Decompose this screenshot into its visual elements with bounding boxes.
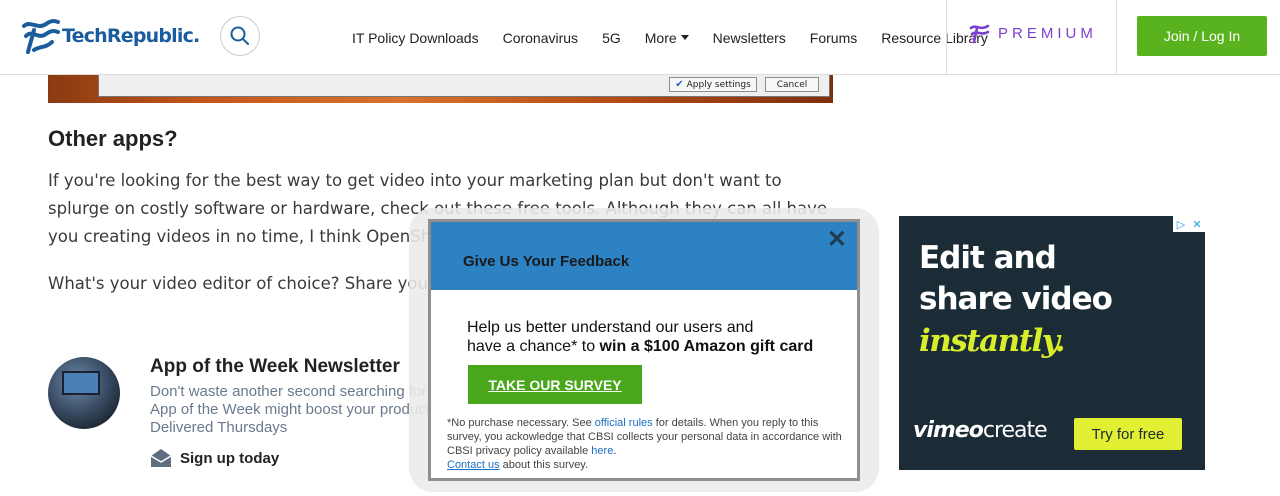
ad-headline-2: share video	[919, 281, 1113, 317]
newsletter-desc-line-1: Don't waste another second searching for	[150, 383, 427, 400]
newsletter-description: Don't waste another second searching for…	[150, 383, 440, 437]
ad-brand-prefix: vimeo	[913, 418, 984, 443]
header-divider-2	[1116, 0, 1117, 75]
official-rules-link[interactable]: official rules	[595, 417, 653, 429]
ad-headline-3: instantly.	[919, 323, 1066, 359]
signup-link[interactable]: Sign up today	[150, 448, 279, 468]
newsletter-title: App of the Week Newsletter	[150, 356, 400, 377]
chevron-down-icon	[680, 35, 689, 40]
envelope-icon	[150, 449, 172, 467]
nav-coronavirus[interactable]: Coronavirus	[491, 30, 590, 46]
vimeo-create-logo: vimeocreate	[913, 418, 1048, 443]
nav-more[interactable]: More	[633, 30, 701, 46]
settings-dialog-strip: ✔ Apply settings Cancel	[98, 75, 830, 97]
modal-message-prefix: have a chance* to	[467, 338, 600, 355]
modal-message: Help us better understand our users and …	[467, 318, 813, 356]
close-icon[interactable]: ✕	[827, 228, 847, 252]
nav-newsletters[interactable]: Newsletters	[701, 30, 798, 46]
vimeo-ad[interactable]: ▷ ✕ Edit and share video instantly. vime…	[899, 216, 1205, 470]
search-icon	[230, 26, 249, 45]
modal-message-prize: win a $100 Amazon gift card	[599, 338, 814, 355]
modal-title: Give Us Your Feedback	[463, 253, 630, 270]
nav-more-label: More	[644, 29, 677, 46]
try-for-free-button[interactable]: Try for free	[1074, 418, 1182, 450]
modal-header: Give Us Your Feedback ✕	[431, 222, 857, 290]
main-nav: IT Policy Downloads Coronavirus 5G More …	[340, 0, 1000, 75]
logo-text: TechRepublic.	[62, 25, 200, 47]
fine-print-text-1: *No purchase necessary. See	[447, 417, 595, 429]
take-survey-button[interactable]: TAKE OUR SURVEY	[468, 365, 642, 404]
fine-print-text-3: .	[613, 445, 617, 457]
modal-message-line-2: have a chance* to win a $100 Amazon gift…	[467, 337, 813, 356]
premium-label: PREMIUM	[998, 24, 1097, 42]
checkmark-icon: ✔	[675, 79, 684, 90]
techrepublic-logo[interactable]: TechRepublic.	[20, 16, 200, 56]
ad-brand-suffix: create	[982, 418, 1048, 443]
contact-us-link[interactable]: Contact us	[447, 459, 500, 471]
cancel-button: Cancel	[765, 77, 819, 92]
feedback-modal: Give Us Your Feedback ✕ Help us better u…	[428, 219, 860, 481]
modal-message-line-1: Help us better understand our users and	[467, 319, 754, 336]
nav-it-policy-downloads[interactable]: IT Policy Downloads	[340, 30, 491, 46]
article-screenshot-image: ✔ Apply settings Cancel	[48, 75, 833, 103]
apply-settings-button: ✔ Apply settings	[669, 77, 757, 92]
apply-settings-label: Apply settings	[686, 79, 751, 90]
adchoices-icon[interactable]: ▷	[1173, 216, 1189, 232]
premium-logo-icon	[969, 24, 990, 44]
privacy-here-link[interactable]: here	[591, 445, 613, 457]
premium-link[interactable]: PREMIUM	[968, 22, 1097, 44]
section-heading: Other apps?	[48, 126, 178, 151]
ad-choices[interactable]: ▷ ✕	[1173, 216, 1205, 232]
fine-print-text-4: about this survey.	[499, 459, 589, 471]
laptop-screen-graphic	[62, 371, 100, 395]
site-header: TechRepublic. IT Policy Downloads Corona…	[0, 0, 1280, 75]
header-divider	[946, 0, 947, 75]
newsletter-desc-line-3: Delivered Thursdays	[150, 419, 288, 436]
modal-fine-print: *No purchase necessary. See official rul…	[447, 416, 847, 472]
search-button[interactable]	[220, 16, 260, 56]
newsletter-desc-line-2: App of the Week might boost your product	[150, 401, 430, 418]
nav-forums[interactable]: Forums	[798, 30, 869, 46]
ad-headline-1: Edit and	[919, 240, 1057, 276]
signup-label: Sign up today	[180, 449, 280, 467]
techrepublic-logo-icon	[22, 18, 60, 54]
newsletter-thumbnail	[48, 357, 120, 429]
ad-close-icon[interactable]: ✕	[1189, 216, 1205, 232]
join-login-button[interactable]: Join / Log In	[1137, 16, 1267, 56]
nav-5g[interactable]: 5G	[590, 30, 633, 46]
